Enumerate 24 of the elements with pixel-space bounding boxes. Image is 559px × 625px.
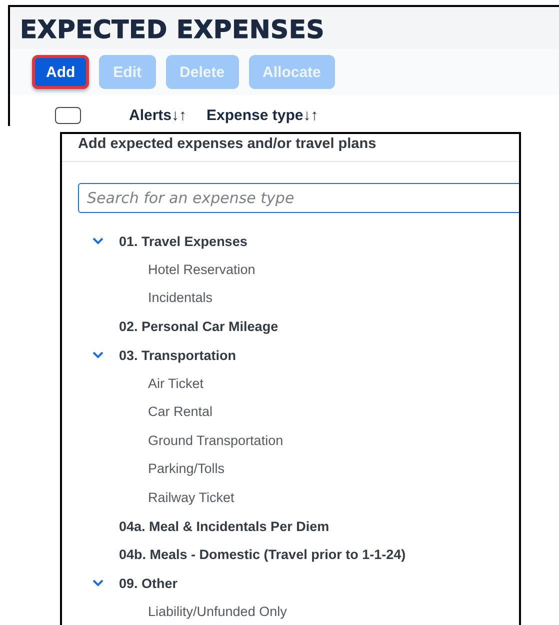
panel-title: EXPECTED EXPENSES bbox=[19, 14, 326, 46]
search-field[interactable]: Search for an expense type bbox=[78, 183, 519, 213]
expense-type-item[interactable]: Liability/Unfunded Only bbox=[62, 598, 287, 625]
expense-type-item[interactable]: Railway Ticket bbox=[62, 484, 234, 512]
category-item[interactable]: 09. Other bbox=[119, 576, 178, 591]
expense-type-item[interactable]: Air Ticket bbox=[62, 370, 204, 398]
category-item[interactable]: 01. Travel Expenses bbox=[119, 234, 248, 249]
category-item[interactable]: 02. Personal Car Mileage bbox=[119, 319, 278, 334]
expense-type-item[interactable]: Parking/Tolls bbox=[62, 455, 225, 484]
category-item[interactable]: 04b. Meals - Domestic (Travel prior to 1-1-24) bbox=[119, 547, 406, 562]
chevron-icon[interactable] bbox=[92, 579, 104, 588]
expense-type-item[interactable]: Car Rental bbox=[62, 398, 213, 426]
dropdown-title: Add expected expenses and/or travel plans bbox=[62, 134, 519, 162]
category-item[interactable]: 04a. Meal & Incidentals Per Diem bbox=[119, 518, 330, 534]
chevron-icon[interactable] bbox=[92, 237, 104, 246]
column-header[interactable]: Alerts↓↑ bbox=[129, 106, 187, 124]
chevron-icon[interactable] bbox=[92, 351, 104, 360]
expense-type-item[interactable]: Ground Transportation bbox=[62, 426, 284, 455]
expense-type-item[interactable]: Incidentals bbox=[62, 284, 213, 312]
column-header[interactable]: Expense type↓↑ bbox=[206, 106, 318, 124]
category-item[interactable]: 03. Transportation bbox=[119, 348, 236, 363]
select-all-checkbox[interactable] bbox=[55, 106, 81, 124]
expense-type-item[interactable]: Hotel Reservation bbox=[62, 256, 256, 284]
toolbar-button[interactable]: Add bbox=[32, 55, 90, 89]
